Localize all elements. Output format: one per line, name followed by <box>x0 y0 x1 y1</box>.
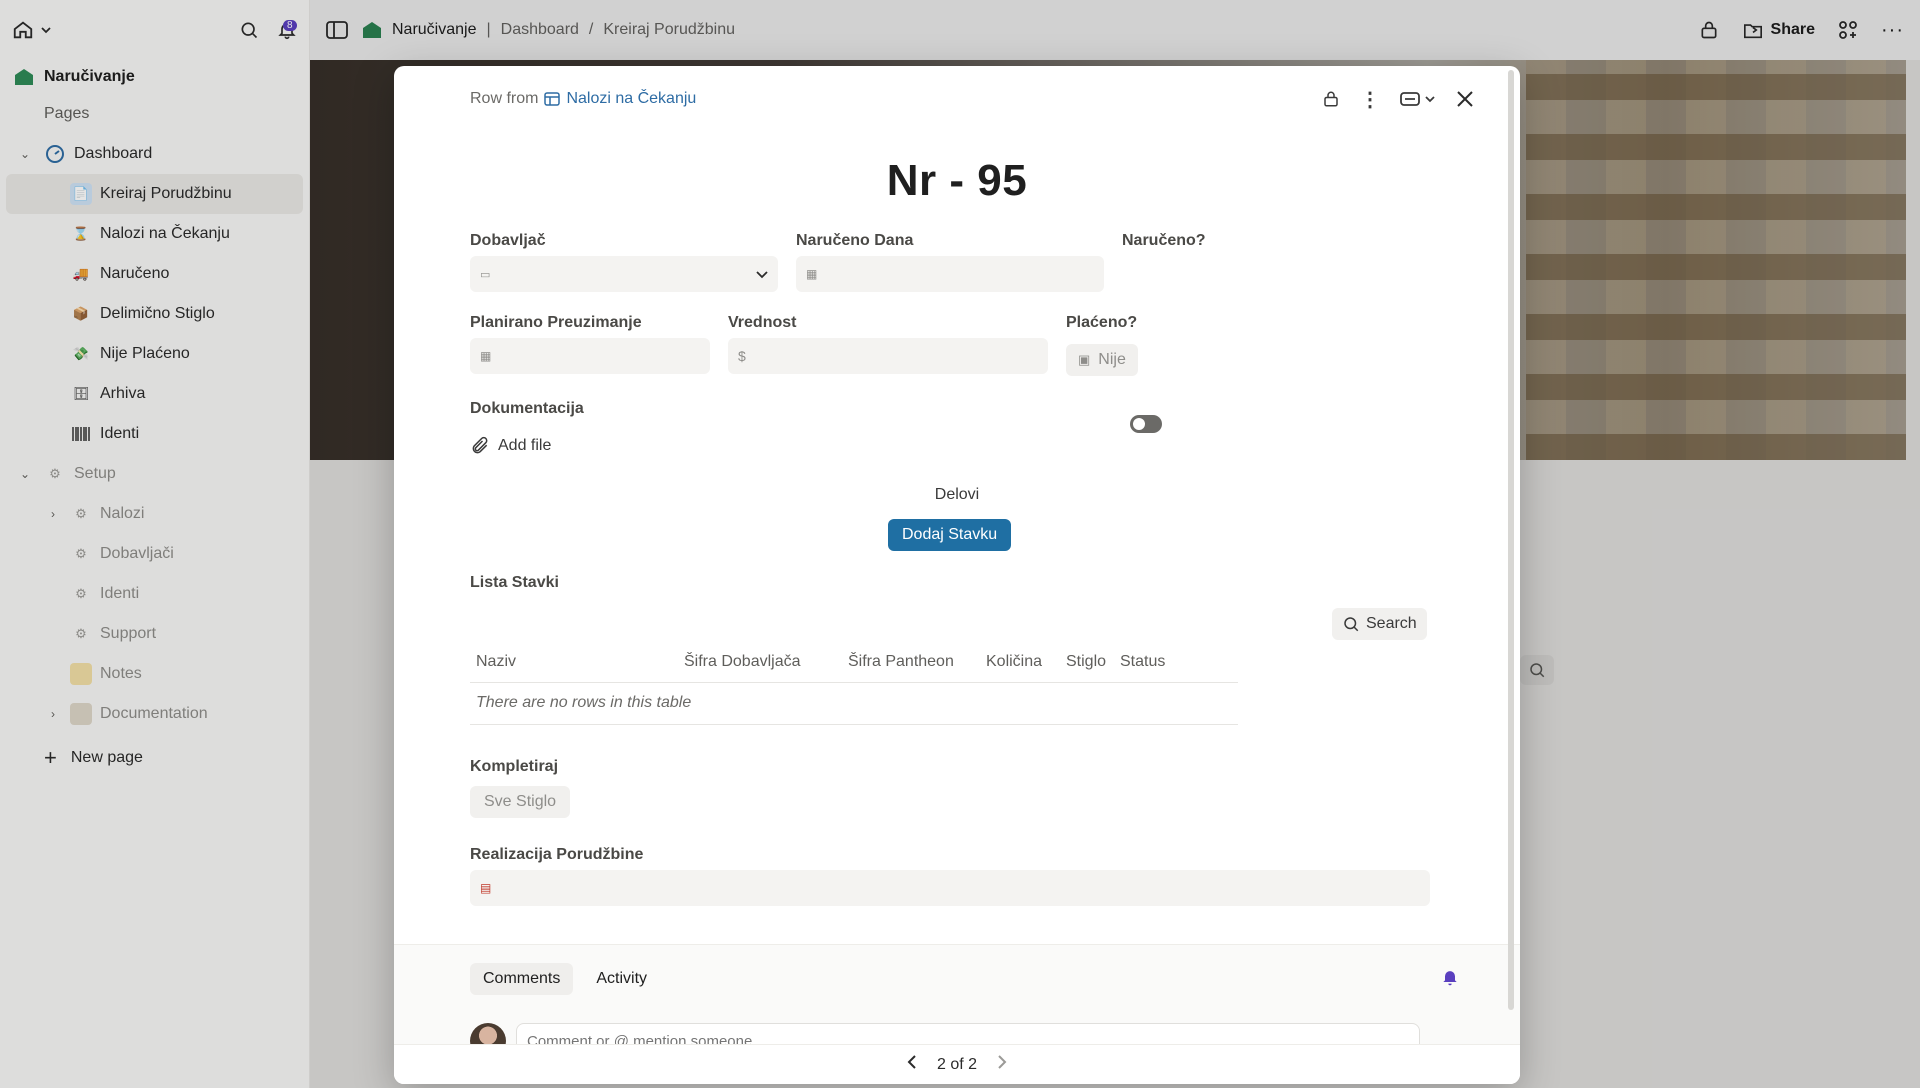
empty-table-message: There are no rows in this table <box>470 682 1238 725</box>
add-file-button[interactable]: Add file <box>470 436 551 456</box>
source-database-link[interactable]: Nalozi na Čekanju <box>544 90 696 108</box>
dodaj-stavku-button[interactable]: Dodaj Stavku <box>888 519 1012 551</box>
table-search-button[interactable]: Search <box>1332 608 1427 640</box>
dobavljac-select[interactable]: ▭ <box>470 256 778 292</box>
modal-header: Row from Nalozi na Čekanju ⋮ <box>394 66 1520 132</box>
delovi-label: Delovi <box>934 486 980 503</box>
calendar-icon: ▦ <box>480 349 492 363</box>
column-header[interactable]: Količina <box>980 642 1060 683</box>
sve-stiglo-button[interactable]: Sve Stiglo <box>470 786 571 818</box>
naruceno-toggle[interactable] <box>1130 415 1162 433</box>
view-mode-icon[interactable] <box>1400 91 1436 107</box>
record-pager: 2 of 2 <box>394 1044 1520 1084</box>
more-vertical-icon[interactable]: ⋮ <box>1360 87 1380 112</box>
dobavljac-label: Dobavljač <box>470 232 546 249</box>
chevron-down-icon <box>756 266 768 282</box>
column-header[interactable]: Status <box>1114 642 1238 683</box>
modal-scrollbar[interactable] <box>1508 70 1514 1010</box>
record-modal: Row from Nalozi na Čekanju ⋮ Nr - 95 Dob… <box>394 66 1520 1084</box>
source-database-name: Nalozi na Čekanju <box>566 90 697 107</box>
column-header[interactable]: Naziv <box>470 642 678 683</box>
realizacija-label: Realizacija Porudžbine <box>470 846 644 863</box>
realizacija-field[interactable]: ▤ <box>470 870 1430 906</box>
tab-comments[interactable]: Comments <box>470 963 574 995</box>
paperclip-icon <box>472 436 488 454</box>
placeno-question-label: Plaćeno? <box>1066 314 1138 331</box>
naruceno-question-label: Naručeno? <box>1122 232 1206 249</box>
id-card-icon: ▭ <box>480 268 491 281</box>
checklist-icon: ▤ <box>480 881 492 895</box>
payment-icon: ▣ <box>1078 352 1091 367</box>
search-label: Search <box>1366 615 1417 632</box>
naruceno-dana-label: Naručeno Dana <box>796 232 914 249</box>
modal-backdrop-topbar <box>310 0 1920 60</box>
column-header[interactable]: Šifra Pantheon <box>842 642 980 683</box>
column-header[interactable]: Stiglo <box>1060 642 1114 683</box>
lista-stavki-label: Lista Stavki <box>470 574 559 591</box>
planirano-preuzimanje-label: Planirano Preuzimanje <box>470 314 642 331</box>
tab-activity[interactable]: Activity <box>583 963 660 995</box>
comment-tabs: Comments Activity <box>470 963 660 995</box>
vrednost-input[interactable]: $ <box>728 338 1048 374</box>
add-file-label: Add file <box>498 437 552 454</box>
dokumentacija-label: Dokumentacija <box>470 400 584 417</box>
sve-stiglo-label: Sve Stiglo <box>484 793 557 810</box>
modal-backdrop-sidebar <box>0 0 310 1088</box>
calendar-icon: ▦ <box>806 267 818 281</box>
placeno-status-chip[interactable]: ▣ Nije <box>1066 344 1138 376</box>
placeno-value: Nije <box>1098 351 1126 368</box>
table-row: There are no rows in this table <box>470 682 1238 725</box>
table-header-row: Naziv Šifra Dobavljača Šifra Pantheon Ko… <box>470 642 1238 683</box>
currency-prefix: $ <box>738 348 746 364</box>
previous-record-icon[interactable] <box>907 1055 917 1074</box>
next-record-icon[interactable] <box>997 1055 1007 1074</box>
record-title[interactable]: Nr - 95 <box>394 156 1520 214</box>
lock-icon[interactable] <box>1322 89 1340 109</box>
dodaj-stavku-wrapper: Dodaj Stavku <box>888 519 1012 551</box>
vrednost-label: Vrednost <box>728 314 797 331</box>
kompletiraj-label: Kompletiraj <box>470 758 559 775</box>
planirano-preuzimanje-date-input[interactable]: ▦ <box>470 338 710 374</box>
bell-icon[interactable] <box>1440 967 1460 992</box>
pager-position: 2 of 2 <box>936 1055 978 1073</box>
naruceno-dana-date-input[interactable]: ▦ <box>796 256 1104 292</box>
search-icon <box>1344 617 1359 632</box>
items-table: Naziv Šifra Dobavljača Šifra Pantheon Ko… <box>470 642 1238 725</box>
table-icon <box>544 92 561 106</box>
column-header[interactable]: Šifra Dobavljača <box>678 642 842 683</box>
close-icon[interactable] <box>1456 90 1474 108</box>
row-from-label: Row from <box>470 90 539 107</box>
